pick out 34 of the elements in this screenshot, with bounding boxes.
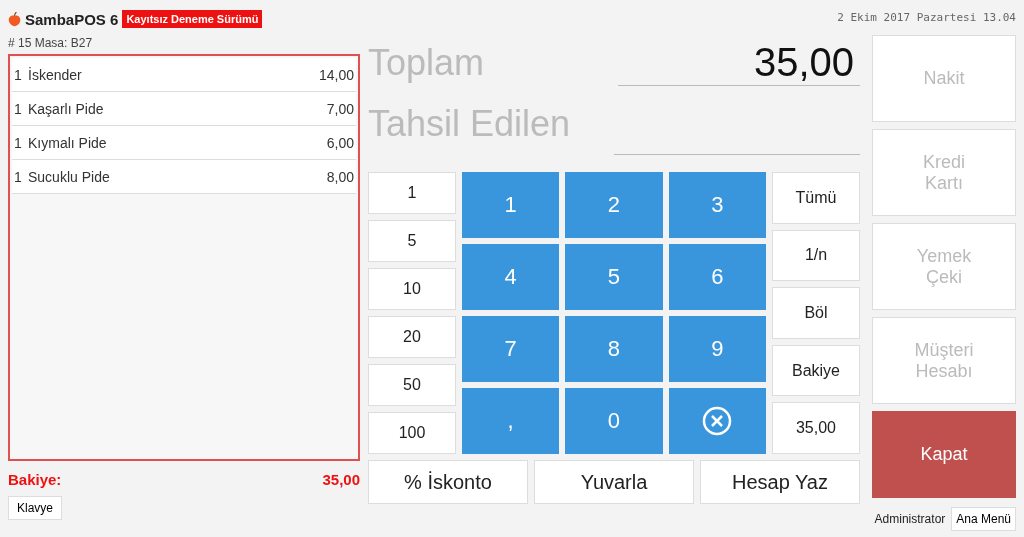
split-button[interactable]: Bakiye [772,344,860,397]
amount-button[interactable]: 1 [368,172,456,214]
split-button[interactable]: Böl [772,287,860,339]
balance-label: Bakiye: [8,471,62,488]
logo-icon [8,11,21,27]
ticket-title: # 15 Masa: B27 [8,36,94,50]
split-button[interactable]: 1/n [772,229,860,282]
close-button[interactable]: Kapat [872,411,1016,498]
total-value: 35,00 [618,40,860,86]
order-row[interactable]: 1 İskender 14,00 [12,58,356,92]
amount-button[interactable]: 5 [368,220,456,262]
split-button[interactable]: Tümü [772,172,860,224]
tendered-label: Tahsil Edilen [368,103,571,145]
app-name: SambaPOS 6 [25,10,119,28]
balance-value: 35,00 [322,471,360,488]
date-time: 2 Ekim 2017 Pazartesi 13.04 [837,11,1016,26]
main-menu-button[interactable]: Ana Menü [951,507,1016,531]
order-row[interactable]: 1 Kıymalı Pide 6,00 [12,126,356,160]
amount-button[interactable]: 100 [368,412,456,454]
trial-badge: Kayıtsız Deneme Sürümü [122,10,263,28]
split-button[interactable]: 35,00 [772,402,860,454]
action-button[interactable]: Yuvarla [534,460,694,504]
order-row[interactable]: 1 Kaşarlı Pide 7,00 [12,92,356,126]
order-row[interactable]: 1 Sucuklu Pide 8,00 [12,160,356,194]
clear-icon [702,406,733,436]
action-button[interactable]: % İskonto [368,460,528,504]
total-label: Toplam [368,42,485,84]
clear-button[interactable] [668,388,766,454]
amount-button[interactable]: 10 [368,268,456,310]
keyboard-button[interactable]: Klavye [8,496,63,520]
amount-button[interactable]: 20 [368,316,456,358]
amount-button[interactable]: 50 [368,364,456,406]
user-name: Administrator [874,512,946,526]
action-button[interactable]: Hesap Yaz [700,460,860,504]
